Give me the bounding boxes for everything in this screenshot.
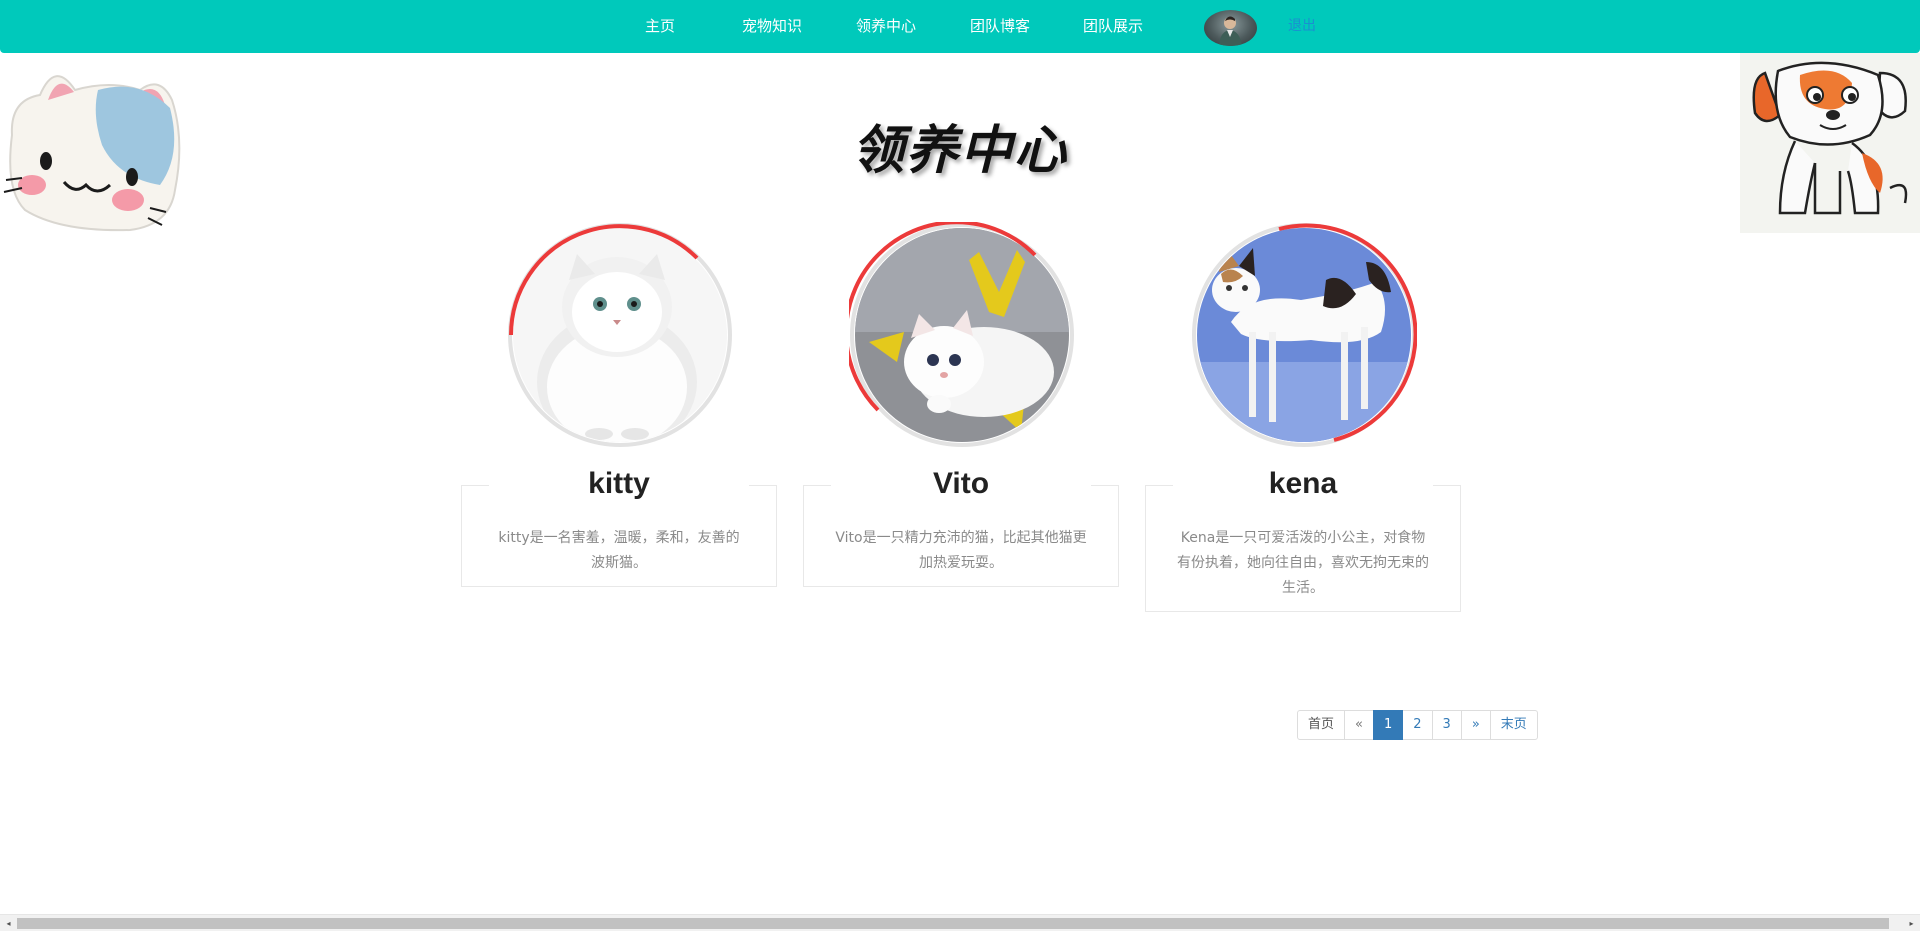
pagination: 首页 « 1 2 3 » 末页 bbox=[1297, 710, 1538, 740]
user-avatar-icon bbox=[1219, 16, 1242, 46]
pet-info-box: Kena是一只可爱活泼的小公主，对食物有份执着，她向往自由，喜欢无拘无束的生活。 bbox=[1145, 485, 1461, 612]
pagination-page-2[interactable]: 2 bbox=[1402, 710, 1433, 740]
nav-item-home[interactable]: 主页 bbox=[645, 0, 675, 53]
scrollbar-thumb[interactable] bbox=[17, 918, 1889, 929]
nav-item-pet-knowledge[interactable]: 宠物知识 bbox=[742, 0, 802, 53]
scroll-left-icon[interactable]: ◂ bbox=[0, 915, 17, 931]
page: 主页 宠物知识 领养中心 团队博客 团队展示 退出 领养中心 kitty是一名害… bbox=[0, 0, 1920, 931]
horizontal-scrollbar[interactable]: ◂ ▸ bbox=[0, 914, 1920, 931]
pagination-last[interactable]: 末页 bbox=[1489, 710, 1538, 740]
page-title: 领养中心 bbox=[851, 121, 1068, 181]
top-navbar: 主页 宠物知识 领养中心 团队博客 团队展示 退出 bbox=[0, 0, 1920, 53]
pagination-next[interactable]: » bbox=[1460, 710, 1491, 740]
pagination-page-3[interactable]: 3 bbox=[1431, 710, 1462, 740]
pet-photo[interactable] bbox=[507, 222, 733, 448]
pagination-first[interactable]: 首页 bbox=[1297, 710, 1346, 740]
logout-link[interactable]: 退出 bbox=[1288, 0, 1316, 53]
avatar[interactable] bbox=[1204, 10, 1257, 46]
nav-item-team-showcase[interactable]: 团队展示 bbox=[1083, 0, 1143, 53]
pet-name: Vito bbox=[831, 464, 1091, 504]
pet-description: Kena是一只可爱活泼的小公主，对食物有份执着，她向往自由，喜欢无拘无束的生活。 bbox=[1177, 530, 1429, 596]
pet-name: kena bbox=[1173, 464, 1433, 504]
nav-item-adoption-center[interactable]: 领养中心 bbox=[856, 0, 916, 53]
pet-name: kitty bbox=[489, 464, 749, 504]
pet-photo[interactable] bbox=[1191, 222, 1417, 448]
scroll-right-icon[interactable]: ▸ bbox=[1903, 915, 1920, 931]
pagination-page-1[interactable]: 1 bbox=[1372, 710, 1404, 740]
pagination-prev[interactable]: « bbox=[1344, 710, 1374, 740]
nav-item-team-blog[interactable]: 团队博客 bbox=[970, 0, 1030, 53]
pet-photo[interactable] bbox=[849, 222, 1075, 448]
